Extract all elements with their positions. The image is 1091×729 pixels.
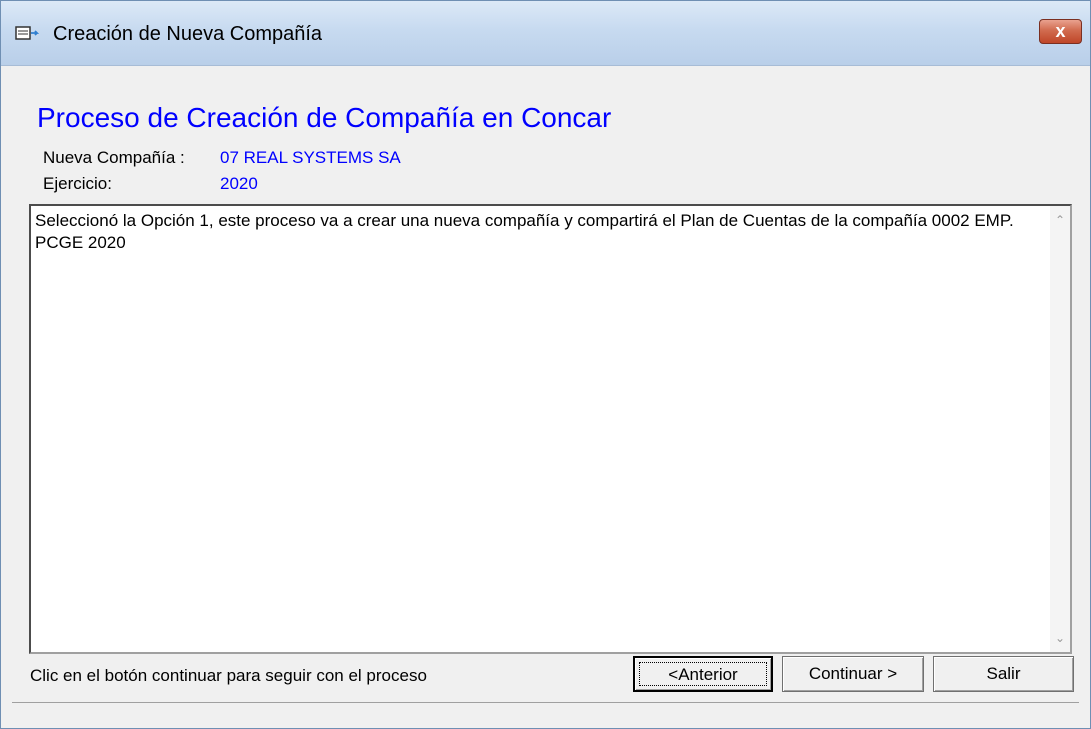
window-title: Creación de Nueva Compañía — [53, 23, 323, 45]
wizard-content: Proceso de Creación de Compañía en Conca… — [12, 66, 1079, 727]
instruction-text: Clic en el botón continuar para seguir c… — [30, 666, 427, 685]
close-button[interactable]: x — [1039, 19, 1082, 44]
memo-text: Seleccionó la Opción 1, este proceso va … — [35, 211, 1014, 252]
chevron-up-icon[interactable]: ⌃ — [1050, 210, 1070, 230]
company-value: 07 REAL SYSTEMS SA — [220, 148, 401, 167]
title-bar[interactable]: Creación de Nueva Compañía x — [1, 1, 1090, 66]
continue-button[interactable]: Continuar > — [782, 656, 924, 692]
application-icon — [15, 26, 39, 40]
process-description-memo[interactable]: Seleccionó la Opción 1, este proceso va … — [29, 204, 1072, 654]
close-icon: x — [1055, 21, 1066, 41]
page-title: Proceso de Creación de Compañía en Conca… — [37, 102, 612, 133]
wizard-window: Creación de Nueva Compañía x Proceso de … — [0, 0, 1091, 729]
vertical-scrollbar[interactable]: ⌃ ⌄ — [1050, 206, 1070, 652]
chevron-down-icon[interactable]: ⌄ — [1050, 628, 1070, 648]
company-label: Nueva Compañía : — [43, 148, 185, 167]
year-value: 2020 — [220, 174, 258, 193]
previous-button[interactable]: <Anterior — [633, 656, 773, 692]
focus-indicator — [639, 662, 767, 686]
exit-button-label: Salir — [986, 664, 1021, 683]
continue-button-label: Continuar > — [808, 664, 898, 683]
status-bar — [12, 702, 1079, 727]
exit-button[interactable]: Salir — [933, 656, 1074, 692]
year-label: Ejercicio: — [43, 174, 112, 193]
